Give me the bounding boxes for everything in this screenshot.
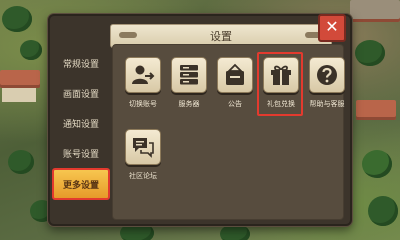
tile-label: 社区论坛: [129, 172, 157, 180]
settings-content-panel: 切换账号 服务器 公告 礼包兑换 帮助与客服 社区论坛: [112, 44, 347, 220]
tree: [355, 40, 385, 66]
help-icon: [309, 57, 345, 93]
announcement-tile[interactable]: 公告: [215, 57, 255, 109]
gift-redeem-highlight: [257, 52, 303, 116]
tree: [20, 40, 42, 60]
sidebar-item-account[interactable]: 账号设置: [52, 140, 110, 166]
tree: [8, 150, 34, 174]
close-button[interactable]: ✕: [318, 14, 346, 42]
switch-account-tile[interactable]: 切换账号: [123, 57, 163, 109]
sidebar-item-notifications[interactable]: 通知设置: [52, 110, 110, 136]
switch-account-icon: [125, 57, 161, 93]
announcement-icon: [217, 57, 253, 93]
sidebar-item-display[interactable]: 画面设置: [52, 80, 110, 106]
tree: [362, 150, 392, 178]
tree: [368, 196, 398, 226]
forum-icon: [125, 129, 161, 165]
building-roof: [356, 100, 396, 120]
sidebar-item-label: 账号设置: [62, 149, 99, 160]
server-tile[interactable]: 服务器: [169, 57, 209, 109]
sidebar-item-label: 常规设置: [62, 59, 99, 70]
tree: [220, 224, 250, 240]
sidebar-item-label: 通知设置: [62, 119, 99, 130]
community-forum-tile[interactable]: 社区论坛: [123, 129, 163, 181]
tile-label: 切换账号: [129, 100, 157, 108]
building-wall: [2, 88, 36, 102]
dialog-title: 设置: [210, 30, 232, 43]
sidebar-item-label: 画面设置: [62, 89, 99, 100]
tile-label: 服务器: [178, 100, 200, 108]
sidebar-item-general[interactable]: 常规设置: [52, 50, 110, 76]
building-roof: [350, 0, 400, 22]
help-support-tile[interactable]: 帮助与客服: [307, 57, 347, 109]
building-roof: [0, 70, 40, 88]
sidebar-item-label: 更多设置: [62, 180, 99, 191]
tile-label: 公告: [228, 100, 242, 108]
tile-label: 帮助与客服: [309, 100, 345, 108]
tree: [2, 6, 32, 32]
close-icon: ✕: [325, 17, 339, 36]
sidebar-item-more[interactable]: 更多设置: [52, 168, 110, 200]
server-icon: [171, 57, 207, 93]
settings-sidebar: 常规设置 画面设置 通知设置 账号设置 更多设置: [52, 44, 110, 220]
